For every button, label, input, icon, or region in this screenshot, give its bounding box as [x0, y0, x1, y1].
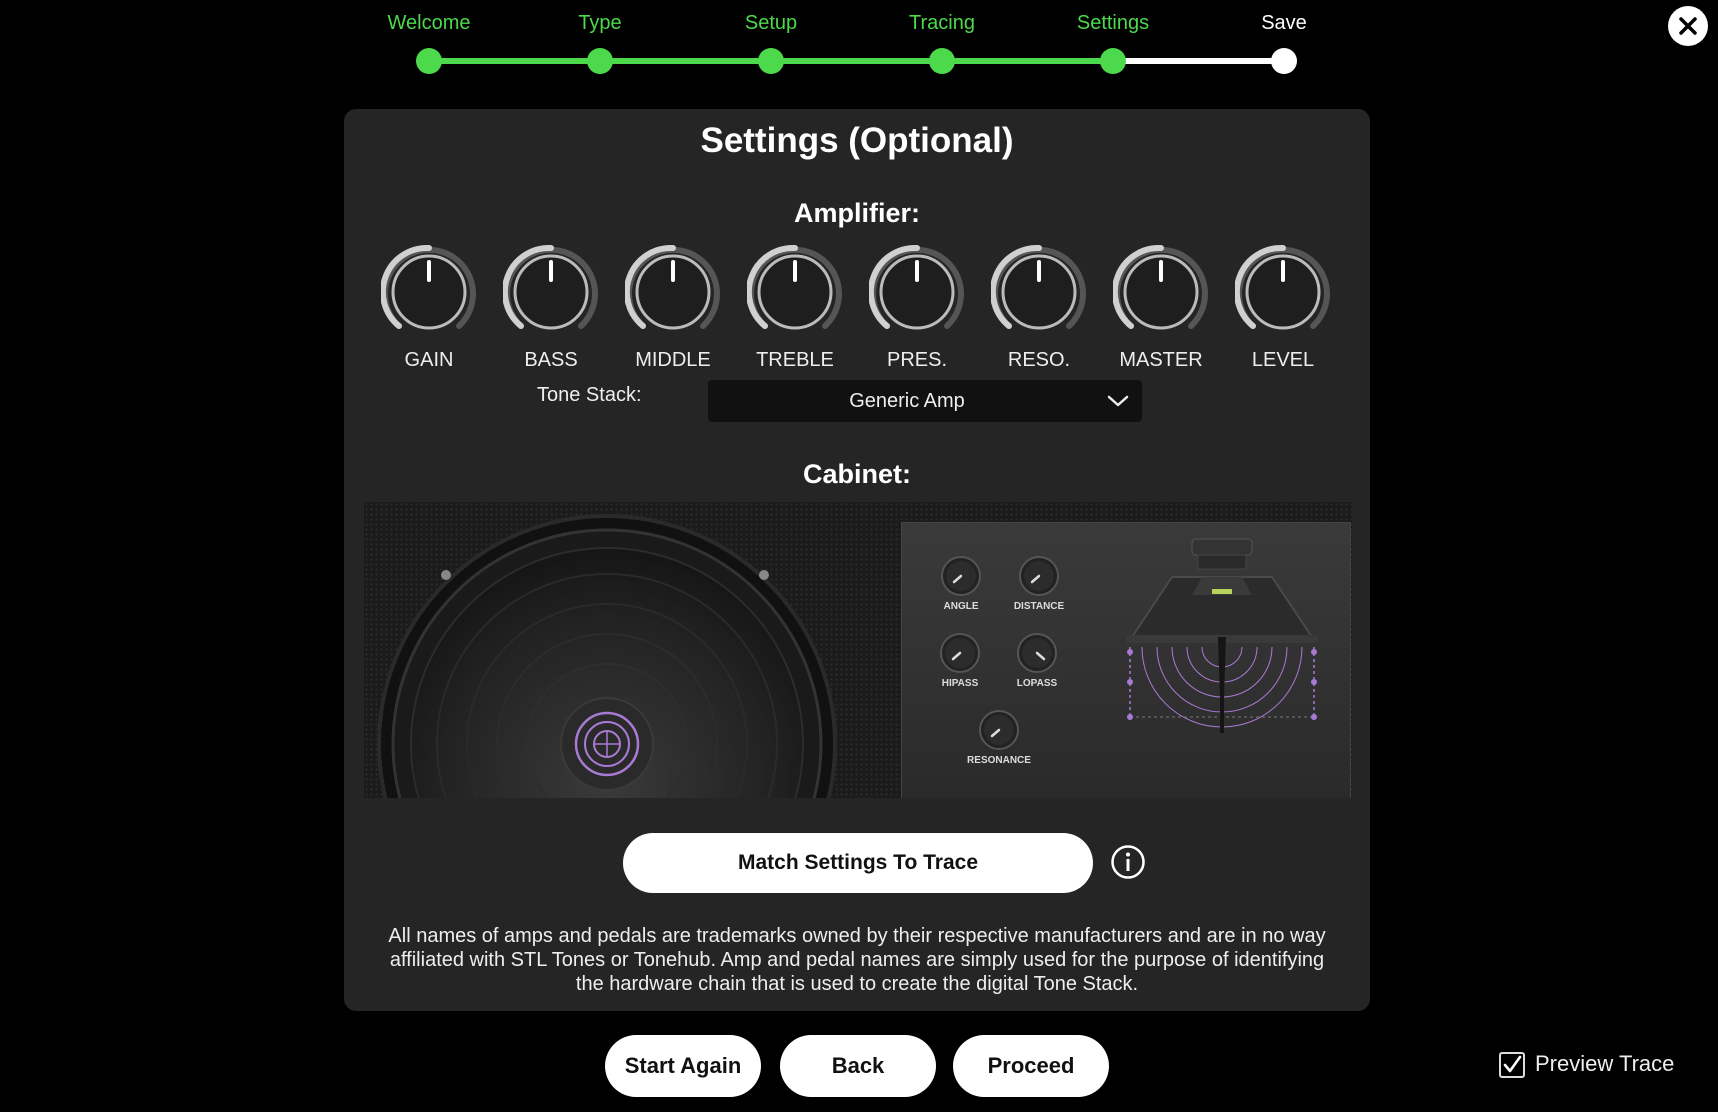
- info-icon[interactable]: [1110, 844, 1146, 880]
- knob-label-middle: MIDDLE: [635, 349, 711, 371]
- step-dot-settings[interactable]: [1100, 48, 1126, 74]
- knob-label-bass: BASS: [524, 349, 578, 371]
- knob-dial: [747, 244, 842, 330]
- settings-panel: Settings (Optional) Amplifier: GAIN BASS…: [344, 109, 1370, 1011]
- knob-label-resonance: RESO.: [1007, 349, 1071, 371]
- tone-stack-dropdown[interactable]: Generic Amp: [708, 380, 1142, 422]
- knob-dial: [1113, 244, 1208, 330]
- step-dot-setup[interactable]: [758, 48, 784, 74]
- knob-dial: [1235, 244, 1330, 330]
- match-settings-button[interactable]: Match Settings To Trace: [623, 833, 1093, 893]
- step-dot-type[interactable]: [587, 48, 613, 74]
- cab-knob-dial: [1019, 556, 1059, 596]
- knob-gain[interactable]: GAIN: [374, 244, 484, 384]
- cab-knob-dial: [941, 556, 981, 596]
- step-label-setup: Setup: [744, 12, 798, 34]
- cab-knob-dial: [940, 633, 980, 673]
- cab-knob-hipass[interactable]: HIPASS: [925, 628, 995, 698]
- amplifier-title: Amplifier:: [793, 198, 920, 228]
- cab-knob-distance[interactable]: DISTANCE: [1004, 551, 1074, 621]
- cab-label-resonance: RESONANCE: [967, 755, 1031, 766]
- step-label-welcome: Welcome: [387, 12, 471, 34]
- knob-dial: [991, 244, 1086, 330]
- back-button[interactable]: Back: [780, 1035, 936, 1097]
- cab-knob-dial: [979, 710, 1019, 750]
- knob-label-gain: GAIN: [404, 349, 454, 371]
- trademark-disclaimer: All names of amps and pedals are tradema…: [388, 925, 1326, 995]
- cab-knob-lopass[interactable]: LOPASS: [1002, 628, 1072, 698]
- step-dot-save[interactable]: [1271, 48, 1297, 74]
- knob-bass[interactable]: BASS: [496, 244, 606, 384]
- tone-stack-value: Generic Amp: [849, 390, 965, 412]
- preview-trace-checkbox[interactable]: [1499, 1052, 1525, 1078]
- step-label-save: Save: [1261, 12, 1307, 34]
- stepper-line-pending: [1113, 58, 1284, 64]
- tone-stack-label: Tone Stack:: [537, 384, 642, 406]
- preview-trace-label: Preview Trace: [1535, 1051, 1675, 1076]
- knob-label-presence: PRES.: [886, 349, 948, 371]
- checkmark-icon: [1503, 1055, 1522, 1073]
- cab-knob-resonance[interactable]: RESONANCE: [964, 705, 1034, 775]
- cab-label-lopass: LOPASS: [1016, 678, 1058, 689]
- step-dot-tracing[interactable]: [929, 48, 955, 74]
- cabinet-title: Cabinet:: [803, 459, 911, 489]
- cab-label-distance: DISTANCE: [1013, 601, 1065, 612]
- cab-knob-angle[interactable]: ANGLE: [926, 551, 996, 621]
- progress-stepper: Welcome Type Setup Tracing Settings Save: [0, 0, 1718, 90]
- knob-label-level: LEVEL: [1251, 349, 1315, 371]
- knob-presence[interactable]: PRES.: [862, 244, 972, 384]
- cabinet-view: ANGLE DISTANCE HIPASS LOPASS RESONANCE: [364, 502, 1352, 798]
- knob-dial: [625, 244, 720, 330]
- chevron-down-icon: [1107, 395, 1129, 407]
- knob-master[interactable]: MASTER: [1106, 244, 1216, 384]
- knob-dial: [869, 244, 964, 330]
- cab-label-hipass: HIPASS: [941, 678, 979, 689]
- knob-label-master: MASTER: [1119, 349, 1203, 371]
- panel-title: Settings (Optional): [700, 121, 1014, 160]
- knob-middle[interactable]: MIDDLE: [618, 244, 728, 384]
- close-icon: [1679, 17, 1697, 35]
- step-label-type: Type: [578, 12, 622, 34]
- knob-resonance[interactable]: RESO.: [984, 244, 1094, 384]
- knob-label-treble: TREBLE: [756, 349, 834, 371]
- knob-dial: [503, 244, 598, 330]
- close-button[interactable]: [1668, 6, 1708, 46]
- mic-placement-diagram-icon[interactable]: [1112, 537, 1332, 747]
- step-label-settings: Settings: [1076, 12, 1150, 34]
- start-again-button[interactable]: Start Again: [605, 1035, 761, 1097]
- mic-position-target-icon[interactable]: [572, 709, 642, 779]
- knob-treble[interactable]: TREBLE: [740, 244, 850, 384]
- knob-dial: [381, 244, 476, 330]
- knob-level[interactable]: LEVEL: [1228, 244, 1338, 384]
- cabinet-control-panel: ANGLE DISTANCE HIPASS LOPASS RESONANCE: [901, 522, 1351, 798]
- cab-label-angle: ANGLE: [943, 601, 979, 612]
- proceed-button[interactable]: Proceed: [953, 1035, 1109, 1097]
- step-dot-welcome[interactable]: [416, 48, 442, 74]
- step-label-tracing: Tracing: [909, 12, 975, 34]
- cab-knob-dial: [1017, 633, 1057, 673]
